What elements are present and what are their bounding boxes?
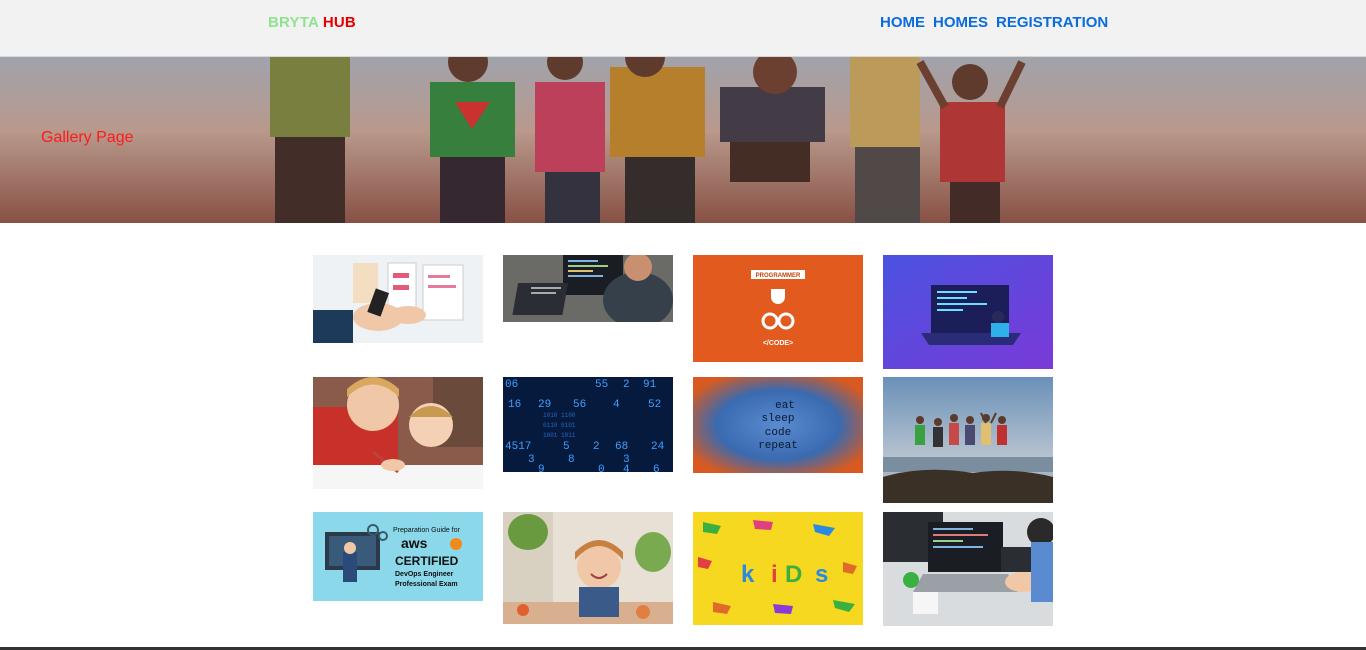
eat-text: eat: [775, 400, 795, 412]
programmer-label: PROGRAMMER: [756, 273, 801, 279]
svg-text:5: 5: [563, 441, 570, 453]
gallery-image-aws-certified[interactable]: Preparation Guide for aws CERTIFIED DevO…: [313, 512, 483, 601]
kids-letter-4: s: [815, 561, 828, 588]
gallery-image-eat-sleep-code[interactable]: eat sleep code repeat: [693, 377, 863, 473]
brand-part-2: HUB: [322, 14, 356, 31]
svg-text:2: 2: [623, 379, 630, 391]
repeat-text: repeat: [758, 440, 798, 452]
svg-text:68: 68: [615, 441, 628, 453]
code-text: code: [765, 427, 791, 439]
svg-text:6: 6: [653, 464, 660, 472]
svg-text:06: 06: [505, 379, 518, 391]
aws-line-4: DevOps Engineer: [395, 571, 454, 578]
nav-menu: HOME HOMES REGISTRATION: [880, 14, 1108, 31]
code-label: </CODE>: [763, 340, 793, 347]
gallery-image-binary-code[interactable]: 06 55 2 91 16 29 56 4 52 4517 5 2 68 24 383 9046 10…: [503, 377, 673, 472]
gallery-image-kids-drawing[interactable]: [313, 377, 483, 489]
svg-text:24: 24: [651, 441, 665, 453]
hero-title: Gallery Page: [41, 129, 134, 146]
gallery-image-kids-letters[interactable]: k i D s: [693, 512, 863, 625]
svg-text:0: 0: [598, 464, 605, 472]
svg-text:16: 16: [508, 399, 521, 411]
nav-registration-link[interactable]: REGISTRATION: [996, 14, 1108, 31]
aws-line-2: aws: [401, 535, 428, 551]
svg-text:1001 1011: 1001 1011: [543, 432, 576, 439]
gallery-image-smiling-girl[interactable]: [503, 512, 673, 624]
hero-banner: Gallery Page: [0, 57, 1366, 223]
aws-line-3: CERTIFIED: [395, 554, 459, 568]
brand-logo[interactable]: BRYTA HUB: [268, 14, 356, 31]
gallery-image-kids-jumping-beach[interactable]: [883, 377, 1053, 503]
top-navbar: BRYTA HUB HOME HOMES REGISTRATION: [0, 0, 1366, 57]
svg-text:56: 56: [573, 399, 586, 411]
brand-part-1: BRYTA: [268, 14, 319, 31]
svg-text:0110 0101: 0110 0101: [543, 422, 576, 429]
svg-text:52: 52: [648, 399, 661, 411]
svg-text:4: 4: [613, 399, 620, 411]
svg-text:3: 3: [528, 454, 535, 466]
sleep-text: sleep: [761, 413, 794, 425]
svg-text:4517: 4517: [505, 441, 531, 453]
gallery-image-coder-laptop-illustration[interactable]: [883, 255, 1053, 369]
svg-text:1010 1100: 1010 1100: [543, 412, 576, 419]
gallery-image-programmer-code[interactable]: PROGRAMMER </CODE>: [693, 255, 863, 362]
nav-homes-link[interactable]: HOMES: [933, 14, 988, 31]
aws-line-5: Professional Exam: [395, 581, 458, 588]
svg-text:2: 2: [593, 441, 600, 453]
svg-text:55: 55: [595, 379, 608, 391]
gallery-image-ux-design[interactable]: [313, 255, 483, 343]
hero-kids-jumping-image: [0, 57, 1366, 223]
kids-letter-2: i: [771, 561, 778, 588]
gallery-image-laptop-kids-coding[interactable]: [883, 512, 1053, 626]
svg-text:91: 91: [643, 379, 657, 391]
kids-letter-1: k: [741, 561, 755, 588]
aws-line-1: Preparation Guide for: [393, 527, 461, 534]
nav-home-link[interactable]: HOME: [880, 14, 925, 31]
kids-letter-3: D: [785, 561, 802, 588]
svg-text:4: 4: [623, 464, 630, 472]
svg-text:29: 29: [538, 399, 551, 411]
gallery-image-developer-laptop[interactable]: [503, 255, 673, 322]
svg-text:8: 8: [568, 454, 575, 466]
svg-text:9: 9: [538, 464, 545, 472]
